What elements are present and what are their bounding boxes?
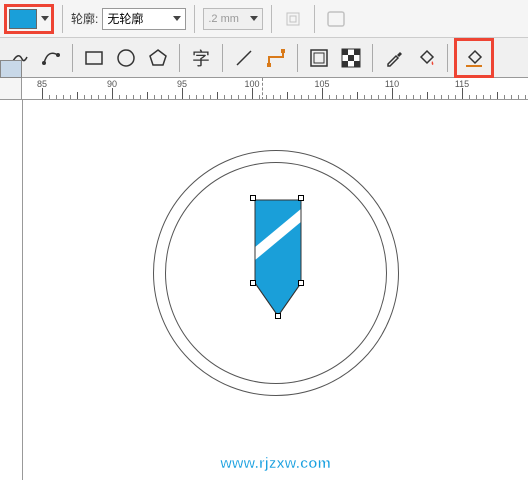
tab-corner[interactable] (0, 60, 22, 78)
separator (314, 5, 315, 33)
vertical-ruler[interactable] (1, 100, 23, 480)
wrap-text-icon (326, 10, 346, 28)
shield-shape[interactable] (253, 198, 303, 323)
rectangle-icon (83, 47, 105, 69)
node-handle[interactable] (298, 280, 304, 286)
chevron-down-icon (173, 16, 181, 21)
polygon-icon (147, 47, 169, 69)
outline-style-select[interactable]: 无轮廓 (102, 8, 186, 30)
connector-tool[interactable] (261, 43, 291, 73)
node-handle[interactable] (250, 280, 256, 286)
chevron-down-icon (41, 16, 49, 21)
separator (194, 5, 195, 33)
wrap-text-button (323, 6, 349, 32)
fill-color-swatch[interactable] (9, 9, 37, 29)
shield-svg (253, 198, 303, 318)
fill-color-picker[interactable] (9, 9, 49, 29)
line-icon (233, 47, 255, 69)
chevron-down-icon (250, 16, 258, 21)
checker-icon (340, 47, 362, 69)
separator (72, 44, 73, 72)
text-icon: 字 (192, 45, 210, 71)
node-handle[interactable] (250, 195, 256, 201)
property-bar: 轮廓: 无轮廓 .2 mm (0, 0, 528, 38)
node-handle[interactable] (275, 313, 281, 319)
separator (447, 44, 448, 72)
rectangle-tool[interactable] (79, 43, 109, 73)
tool-row: 字 (0, 38, 528, 78)
outline-value: 无轮廓 (107, 10, 143, 27)
scale-outline-icon (284, 10, 302, 28)
ellipse-icon (115, 47, 137, 69)
node-handle[interactable] (298, 195, 304, 201)
scale-outline-button (280, 6, 306, 32)
width-value: .2 mm (208, 13, 239, 25)
bucket-icon (415, 47, 437, 69)
transparency-tool[interactable] (336, 43, 366, 73)
separator (62, 5, 63, 33)
separator (271, 5, 272, 33)
separator (222, 44, 223, 72)
outline-width-select[interactable]: .2 mm (203, 8, 263, 30)
interactive-fill-icon (463, 47, 485, 69)
separator (179, 44, 180, 72)
interactive-fill-tool[interactable] (459, 43, 489, 73)
bezier-tool[interactable] (36, 43, 66, 73)
highlight-interactive-fill (454, 38, 494, 78)
outline-label: 轮廓: (71, 10, 98, 27)
effects-icon (308, 47, 330, 69)
canvas[interactable]: www.rjzxw.com (22, 100, 528, 480)
fill-tool[interactable] (411, 43, 441, 73)
watermark: www.rjzxw.com (220, 455, 331, 472)
line-tool[interactable] (229, 43, 259, 73)
ellipse-tool[interactable] (111, 43, 141, 73)
connector-icon (265, 47, 287, 69)
text-tool[interactable]: 字 (186, 43, 216, 73)
ruler-area: 859095100105110115 (0, 78, 528, 100)
horizontal-ruler[interactable]: 859095100105110115 (22, 78, 528, 100)
eyedropper-tool[interactable] (379, 43, 409, 73)
effects-tool[interactable] (304, 43, 334, 73)
separator (297, 44, 298, 72)
highlight-fill (4, 4, 54, 34)
ruler-corner[interactable] (0, 78, 22, 100)
polygon-tool[interactable] (143, 43, 173, 73)
bezier-icon (40, 47, 62, 69)
separator (372, 44, 373, 72)
cursor-marker (262, 78, 263, 100)
eyedropper-icon (383, 47, 405, 69)
